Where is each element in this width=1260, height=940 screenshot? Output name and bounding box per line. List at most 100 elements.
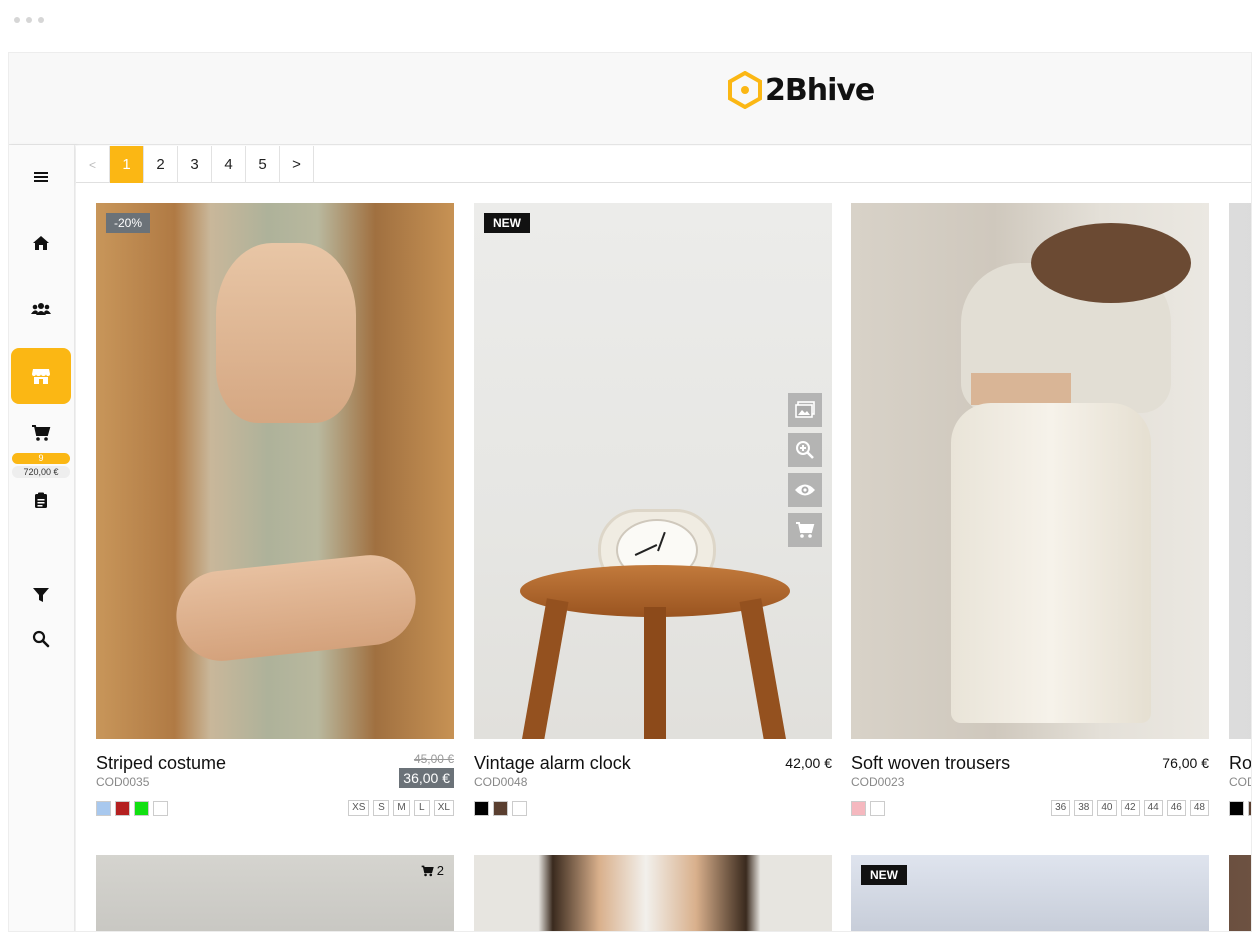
clipboard-icon [35, 492, 47, 508]
size-option[interactable]: 46 [1166, 800, 1186, 816]
product-code: COD [1229, 775, 1251, 789]
new-badge: NEW [484, 213, 530, 233]
app-frame: 2Bhive 9 720,00 € < 1 2 3 4 5 > -20% Str… [8, 52, 1252, 932]
window-controls [14, 17, 44, 23]
product-name[interactable]: Striped costume [96, 753, 226, 774]
size-option[interactable]: 40 [1097, 800, 1117, 816]
users-icon [31, 303, 51, 315]
color-swatch[interactable] [1229, 801, 1244, 816]
add-to-cart-button[interactable] [788, 513, 822, 547]
eye-icon [795, 484, 815, 496]
size-option[interactable]: 38 [1074, 800, 1094, 816]
size-option[interactable]: XS [348, 800, 370, 816]
size-option[interactable]: 42 [1120, 800, 1140, 816]
page-5[interactable]: 5 [246, 146, 280, 183]
cart-count-badge: 9 [12, 453, 70, 464]
store-button[interactable] [11, 348, 71, 404]
color-swatch[interactable] [870, 801, 885, 816]
product-card[interactable]: Ro COD [1229, 203, 1251, 816]
color-swatch[interactable] [96, 801, 111, 816]
orders-button[interactable] [11, 480, 71, 520]
store-icon [32, 369, 50, 384]
filter-icon [33, 588, 49, 602]
cart-icon [796, 522, 815, 538]
color-swatch[interactable] [1248, 801, 1251, 816]
product-code: COD0023 [851, 775, 905, 789]
next-page-button[interactable]: > [280, 146, 314, 183]
home-icon [33, 236, 49, 250]
in-cart-indicator: 2 [421, 863, 444, 878]
page-2[interactable]: 2 [144, 146, 178, 183]
new-badge: NEW [861, 865, 907, 885]
color-swatch[interactable] [474, 801, 489, 816]
color-swatch[interactable] [134, 801, 149, 816]
brand-logo[interactable]: 2Bhive [727, 71, 875, 109]
top-header: 2Bhive [9, 53, 1251, 145]
product-name[interactable]: Soft woven trousers [851, 753, 1010, 774]
cart-icon [32, 425, 51, 441]
cart-icon [421, 865, 434, 876]
menu-button[interactable] [11, 149, 71, 205]
size-options: XS S M L XL [348, 800, 454, 816]
color-swatches [1229, 801, 1251, 816]
product-card[interactable]: NEW Vintage alarm clock COD0048 42,00 € [474, 203, 832, 816]
size-option[interactable]: L [413, 800, 430, 816]
hexagon-logo-icon [728, 71, 762, 109]
size-option[interactable]: 48 [1189, 800, 1209, 816]
size-option[interactable]: 44 [1143, 800, 1163, 816]
pagination: < 1 2 3 4 5 > [76, 146, 1251, 183]
color-swatch[interactable] [493, 801, 508, 816]
prev-page-button[interactable]: < [76, 146, 110, 183]
sale-price: 36,00 € [399, 768, 454, 788]
size-option[interactable]: M [393, 800, 410, 816]
color-swatches [474, 801, 527, 816]
page-1[interactable]: 1 [110, 146, 144, 183]
color-swatches [96, 801, 168, 816]
product-code: COD0035 [96, 775, 150, 789]
product-card[interactable]: NEW [851, 855, 1209, 931]
product-code: COD0048 [474, 775, 528, 789]
product-card[interactable] [474, 855, 832, 931]
cart-button[interactable] [11, 415, 71, 451]
cart-total: 720,00 € [12, 466, 70, 478]
size-option[interactable]: 36 [1051, 800, 1071, 816]
product-name[interactable]: Vintage alarm clock [474, 753, 631, 774]
color-swatch[interactable] [153, 801, 168, 816]
menu-icon [34, 172, 48, 182]
customers-button[interactable] [11, 281, 71, 337]
left-sidebar: 9 720,00 € [9, 145, 75, 931]
in-cart-count: 2 [436, 863, 444, 878]
product-price: 76,00 € [1162, 755, 1209, 771]
product-image[interactable] [851, 203, 1209, 739]
product-image[interactable] [1229, 203, 1251, 739]
page-3[interactable]: 3 [178, 146, 212, 183]
product-price: 42,00 € [785, 755, 832, 771]
color-swatch[interactable] [851, 801, 866, 816]
zoom-button[interactable] [788, 433, 822, 467]
product-card[interactable]: -20% Striped costume COD0035 45,00 € 36,… [96, 203, 454, 816]
gallery-button[interactable] [788, 393, 822, 427]
filter-button[interactable] [11, 575, 71, 615]
color-swatch[interactable] [512, 801, 527, 816]
color-swatches [851, 801, 885, 816]
product-card[interactable] [1229, 855, 1251, 931]
size-option[interactable]: S [373, 800, 390, 816]
size-options: 36 38 40 42 44 46 48 [1051, 800, 1209, 816]
quick-view-button[interactable] [788, 473, 822, 507]
product-image[interactable]: NEW [474, 203, 832, 739]
gallery-icon [795, 401, 815, 418]
zoom-in-icon [796, 441, 814, 459]
product-grid: -20% Striped costume COD0035 45,00 € 36,… [76, 183, 1251, 931]
product-card[interactable]: 2 [96, 855, 454, 931]
search-button[interactable] [11, 619, 71, 659]
product-image[interactable]: -20% [96, 203, 454, 739]
page-4[interactable]: 4 [212, 146, 246, 183]
original-price: 45,00 € [413, 752, 454, 766]
product-card[interactable]: Soft woven trousers COD0023 76,00 € 36 3… [851, 203, 1209, 816]
product-name[interactable]: Ro [1229, 753, 1251, 774]
size-option[interactable]: XL [433, 800, 454, 816]
color-swatch[interactable] [115, 801, 130, 816]
search-icon [32, 630, 50, 648]
discount-badge: -20% [106, 213, 151, 233]
home-button[interactable] [11, 215, 71, 271]
